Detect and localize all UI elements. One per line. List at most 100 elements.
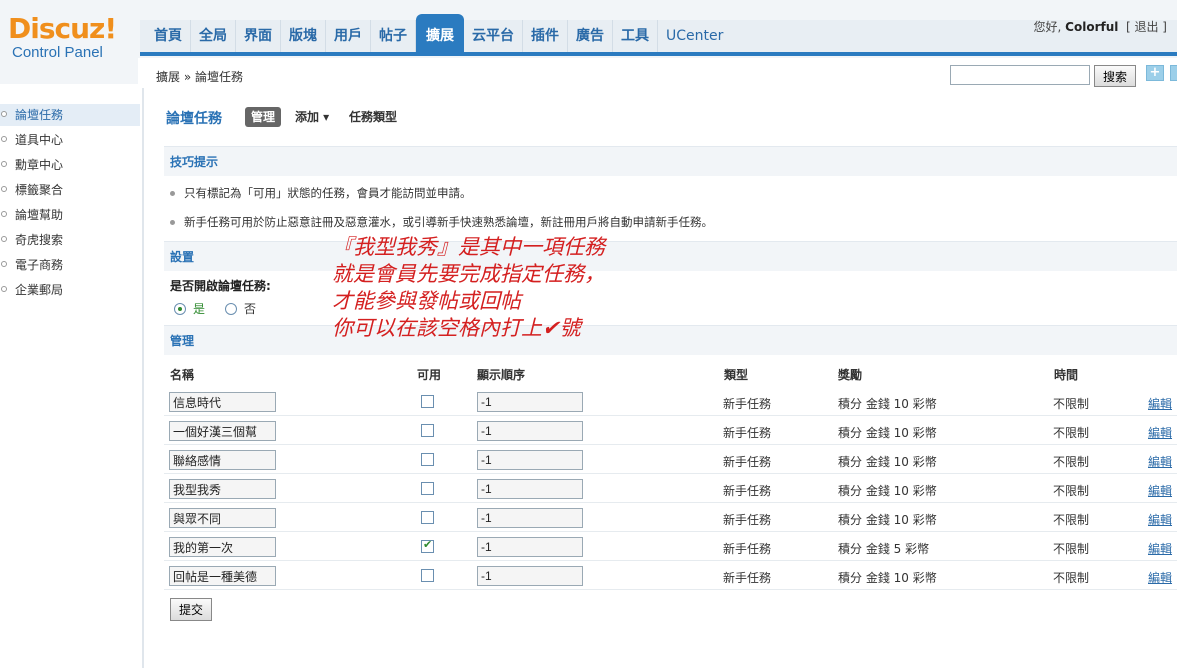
edit-link[interactable]: 編輯 [1148, 511, 1172, 528]
sidebar-item-medals[interactable]: 勳章中心 [0, 154, 140, 176]
sidebar-item-help[interactable]: 論壇幫助 [0, 204, 140, 226]
task-enabled-checkbox[interactable] [421, 538, 434, 553]
tab-add[interactable]: 添加 ▾ [289, 107, 335, 127]
manage-heading: 管理 [164, 325, 1177, 355]
sidebar: 論壇任務 道具中心 勳章中心 標籤聚合 論壇幫助 奇虎搜索 電子商務 企業郵局 [0, 88, 144, 668]
sidebar-item-label: 電子商務 [15, 258, 64, 272]
annotation-overlay: 『我型我秀』是其中一項任務 就是會員先要完成指定任務， 才能參與發帖或回帖 你可… [332, 234, 605, 342]
task-name-input[interactable] [169, 450, 276, 470]
nav-item-users[interactable]: 用戶 [326, 20, 371, 52]
nav-item-plugins[interactable]: 插件 [523, 20, 568, 52]
add-shortcut-icon[interactable]: + [1146, 65, 1164, 81]
task-order-input[interactable] [477, 566, 583, 586]
task-enabled-checkbox[interactable] [421, 511, 434, 524]
edit-link[interactable]: 編輯 [1148, 540, 1172, 557]
task-name-input[interactable] [169, 508, 276, 528]
sidebar-item-magic[interactable]: 道具中心 [0, 129, 140, 151]
task-time: 不限制 [1053, 484, 1090, 498]
task-name-input[interactable] [169, 421, 276, 441]
task-enabled-checkbox[interactable] [421, 424, 434, 437]
task-enabled-checkbox[interactable] [421, 453, 434, 466]
task-order-input[interactable] [477, 508, 583, 528]
nav-item-tools[interactable]: 工具 [613, 20, 658, 52]
greeting: 您好, [1033, 20, 1062, 34]
nav-item-ads[interactable]: 廣告 [568, 20, 613, 52]
task-name-input[interactable] [169, 566, 276, 586]
search-input[interactable] [950, 65, 1090, 85]
nav-item-home[interactable]: 首頁 [146, 20, 191, 52]
task-enabled-checkbox[interactable] [421, 569, 434, 582]
sidebar-item-ecommerce[interactable]: 電子商務 [0, 254, 140, 276]
nav-item-extensions[interactable]: 擴展 [416, 14, 464, 52]
task-name-input[interactable] [169, 537, 276, 557]
tab-manage[interactable]: 管理 [245, 107, 282, 127]
task-order-input[interactable] [477, 421, 583, 441]
nav-item-posts[interactable]: 帖子 [371, 20, 416, 52]
search-button[interactable]: 搜索 [1094, 65, 1136, 87]
bullet-icon [1, 136, 7, 142]
task-name-input[interactable] [169, 479, 276, 499]
table-row: 新手任務 積分 金錢 10 彩幣 不限制 編輯 [164, 474, 1177, 503]
task-time: 不限制 [1053, 426, 1090, 440]
sidebar-item-label: 標籤聚合 [15, 183, 64, 197]
task-order-input[interactable] [477, 392, 583, 412]
edit-link[interactable]: 編輯 [1148, 482, 1172, 499]
table-row: 新手任務 積分 金錢 10 彩幣 不限制 編輯 [164, 387, 1177, 416]
task-type: 新手任務 [723, 513, 772, 527]
task-reward: 積分 金錢 10 彩幣 [838, 571, 937, 585]
task-order-input[interactable] [477, 450, 583, 470]
table-row: 新手任務 積分 金錢 5 彩幣 不限制 編輯 [164, 532, 1177, 561]
logo-text: Discuz! [8, 12, 117, 45]
bullet-icon [1, 261, 7, 267]
edit-link[interactable]: 編輯 [1148, 569, 1172, 586]
bullet-icon [1, 186, 7, 192]
radio-no-label[interactable]: 否 [244, 300, 256, 317]
enable-tasks-label: 是否開啟論壇任務: [170, 279, 271, 293]
col-header-time: 時間 [1054, 368, 1079, 382]
sidebar-item-search[interactable]: 奇虎搜索 [0, 229, 140, 251]
nav-item-interface[interactable]: 界面 [236, 20, 281, 52]
bullet-icon [1, 111, 7, 117]
username: Colorful [1065, 20, 1119, 34]
tip-item: 只有標記為「可用」狀態的任務，會員才能訪問並申請。 [170, 185, 472, 201]
settings-heading: 設置 [164, 241, 1177, 271]
breadcrumb-bar: 擴展 » 論壇任務 搜索 + [146, 62, 1177, 88]
task-name-input[interactable] [169, 392, 276, 412]
nav-item-forums[interactable]: 版塊 [281, 20, 326, 52]
task-time: 不限制 [1053, 455, 1090, 469]
sidebar-item-label: 道具中心 [15, 133, 64, 147]
bullet-icon [1, 286, 7, 292]
edit-link[interactable]: 編輯 [1148, 453, 1172, 470]
bullet-icon [1, 161, 7, 167]
task-enabled-checkbox[interactable] [421, 482, 434, 495]
tip-item: 新手任務可用於防止惡意註冊及惡意灌水，或引導新手快速熟悉論壇，新註冊用戶將自動申… [170, 214, 713, 230]
radio-yes-label[interactable]: 是 [193, 300, 205, 317]
shortcut-icon[interactable] [1170, 65, 1177, 81]
task-order-input[interactable] [477, 537, 583, 557]
radio-no[interactable] [225, 302, 238, 315]
logo[interactable]: Discuz! Control Panel [8, 12, 117, 62]
edit-link[interactable]: 編輯 [1148, 424, 1172, 441]
sidebar-item-tasks[interactable]: 論壇任務 [0, 104, 140, 126]
sidebar-item-tags[interactable]: 標籤聚合 [0, 179, 140, 201]
table-row: 新手任務 積分 金錢 10 彩幣 不限制 編輯 [164, 416, 1177, 445]
submit-button[interactable]: 提交 [170, 598, 212, 621]
annotation-line: 『我型我秀』是其中一項任務 [332, 235, 605, 259]
logo-area: Discuz! Control Panel [0, 0, 138, 84]
task-order-input[interactable] [477, 479, 583, 499]
radio-yes[interactable] [174, 302, 186, 315]
task-time: 不限制 [1053, 542, 1090, 556]
task-enabled-checkbox[interactable] [421, 395, 434, 408]
tips-heading: 技巧提示 [164, 146, 1177, 176]
edit-link[interactable]: 編輯 [1148, 395, 1172, 412]
tab-task-type[interactable]: 任務類型 [343, 107, 403, 127]
sidebar-item-label: 勳章中心 [15, 158, 64, 172]
task-time: 不限制 [1053, 513, 1090, 527]
sidebar-item-mail[interactable]: 企業郵局 [0, 279, 140, 301]
logout-link[interactable]: [ 退出 ] [1126, 20, 1167, 34]
nav-item-cloud[interactable]: 云平台 [464, 20, 523, 52]
nav-item-global[interactable]: 全局 [191, 20, 236, 52]
nav-item-ucenter[interactable]: UCenter [658, 20, 731, 52]
user-info: 您好, Colorful [ 退出 ] [1034, 18, 1168, 35]
table-row: 新手任務 積分 金錢 10 彩幣 不限制 編輯 [164, 445, 1177, 474]
